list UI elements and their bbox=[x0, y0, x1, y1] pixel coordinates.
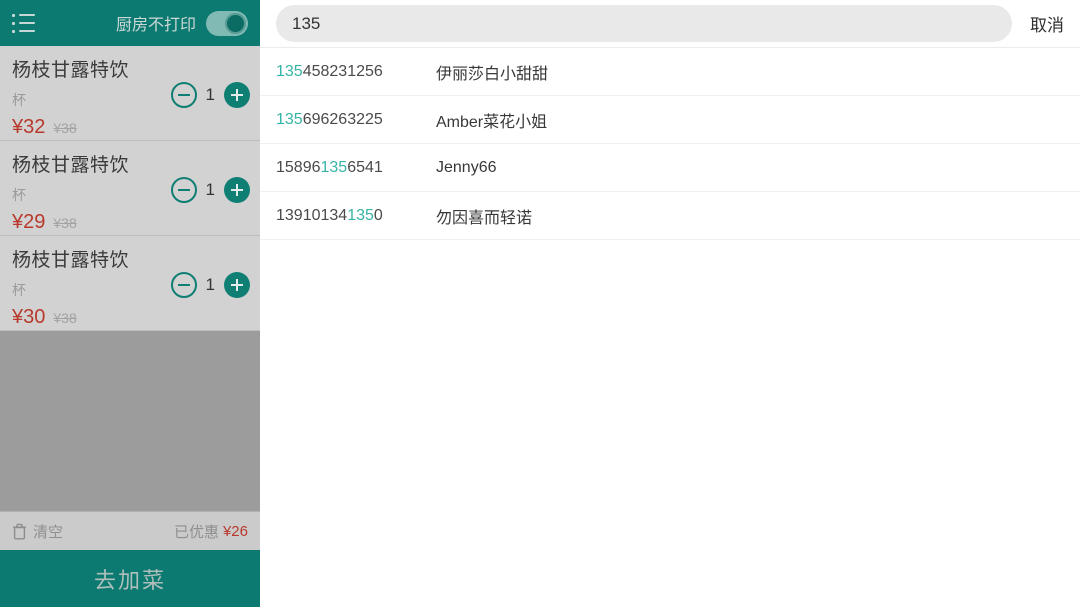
kitchen-no-print-label: 厨房不打印 bbox=[116, 11, 196, 35]
phone-match-highlight: 135 bbox=[347, 207, 374, 224]
customer-name: 勿因喜而轻诺 bbox=[436, 204, 532, 228]
trash-icon bbox=[12, 523, 27, 540]
decrease-quantity-button[interactable] bbox=[171, 177, 197, 203]
phone-match-highlight: 135 bbox=[276, 111, 303, 128]
discount-amount: ¥26 bbox=[223, 523, 248, 540]
item-name: 杨枝甘露特饮 bbox=[12, 150, 248, 177]
customer-name: 伊丽莎白小甜甜 bbox=[436, 60, 548, 84]
search-results: 135458231256 伊丽莎白小甜甜 135696263225 Amber菜… bbox=[260, 48, 1080, 607]
cancel-button[interactable]: 取消 bbox=[1030, 11, 1064, 36]
customer-phone: 135458231256 bbox=[276, 63, 406, 81]
add-dishes-button[interactable]: 去加菜 bbox=[0, 550, 260, 607]
cart-footer: 清空 已优惠 ¥26 bbox=[0, 511, 260, 550]
quantity-stepper: 1 bbox=[171, 177, 250, 203]
cart-list: 杨枝甘露特饮 杯 ¥32 ¥38 1 杨枝甘露特饮 杯 ¥29 ¥38 bbox=[0, 46, 260, 331]
cart-item: 杨枝甘露特饮 杯 ¥30 ¥38 1 bbox=[0, 236, 260, 331]
discount-label: 已优惠 bbox=[174, 521, 219, 542]
pos-app: 厨房不打印 杨枝甘露特饮 杯 ¥32 ¥38 1 杨枝甘露特饮 bbox=[0, 0, 1080, 607]
customer-name: Amber菜花小姐 bbox=[436, 108, 547, 132]
item-original-price: ¥38 bbox=[53, 120, 76, 136]
item-price: ¥32 bbox=[12, 116, 45, 139]
quantity-stepper: 1 bbox=[171, 272, 250, 298]
customer-result-row[interactable]: 158961356541 Jenny66 bbox=[260, 144, 1080, 192]
phone-match-highlight: 135 bbox=[321, 159, 348, 176]
clear-label: 清空 bbox=[33, 521, 63, 542]
cart-item: 杨枝甘露特饮 杯 ¥29 ¥38 1 bbox=[0, 141, 260, 236]
item-name: 杨枝甘露特饮 bbox=[12, 245, 248, 272]
list-menu-icon[interactable] bbox=[12, 14, 35, 33]
search-input[interactable] bbox=[292, 14, 996, 34]
customer-name: Jenny66 bbox=[436, 159, 497, 177]
increase-quantity-button[interactable] bbox=[224, 272, 250, 298]
customer-phone: 139101341350 bbox=[276, 207, 406, 225]
toggle-knob bbox=[225, 13, 246, 34]
item-name: 杨枝甘露特饮 bbox=[12, 55, 248, 82]
item-quantity: 1 bbox=[206, 180, 215, 200]
minus-icon bbox=[178, 189, 190, 191]
customer-phone: 158961356541 bbox=[276, 159, 406, 177]
customer-result-row[interactable]: 135696263225 Amber菜花小姐 bbox=[260, 96, 1080, 144]
plus-icon bbox=[231, 189, 243, 191]
item-quantity: 1 bbox=[206, 275, 215, 295]
kitchen-no-print-toggle[interactable] bbox=[206, 11, 248, 36]
minus-icon bbox=[178, 284, 190, 286]
search-header: 取消 bbox=[260, 0, 1080, 48]
minus-icon bbox=[178, 94, 190, 96]
customer-search-panel: 取消 135458231256 伊丽莎白小甜甜 135696263225 Amb… bbox=[260, 0, 1080, 607]
item-original-price: ¥38 bbox=[53, 310, 76, 326]
item-price: ¥29 bbox=[12, 211, 45, 234]
sidebar-header: 厨房不打印 bbox=[0, 0, 260, 46]
plus-icon bbox=[231, 284, 243, 286]
decrease-quantity-button[interactable] bbox=[171, 82, 197, 108]
customer-result-row[interactable]: 139101341350 勿因喜而轻诺 bbox=[260, 192, 1080, 240]
clear-cart-button[interactable]: 清空 bbox=[12, 521, 63, 542]
cart-empty-area bbox=[0, 331, 260, 511]
customer-phone: 135696263225 bbox=[276, 111, 406, 129]
search-pill bbox=[276, 5, 1012, 42]
cart-sidebar: 厨房不打印 杨枝甘露特饮 杯 ¥32 ¥38 1 杨枝甘露特饮 bbox=[0, 0, 260, 607]
item-original-price: ¥38 bbox=[53, 215, 76, 231]
increase-quantity-button[interactable] bbox=[224, 82, 250, 108]
quantity-stepper: 1 bbox=[171, 82, 250, 108]
phone-match-highlight: 135 bbox=[276, 63, 303, 80]
item-quantity: 1 bbox=[206, 85, 215, 105]
decrease-quantity-button[interactable] bbox=[171, 272, 197, 298]
item-price: ¥30 bbox=[12, 306, 45, 329]
customer-result-row[interactable]: 135458231256 伊丽莎白小甜甜 bbox=[260, 48, 1080, 96]
plus-icon bbox=[231, 94, 243, 96]
cart-item: 杨枝甘露特饮 杯 ¥32 ¥38 1 bbox=[0, 46, 260, 141]
increase-quantity-button[interactable] bbox=[224, 177, 250, 203]
